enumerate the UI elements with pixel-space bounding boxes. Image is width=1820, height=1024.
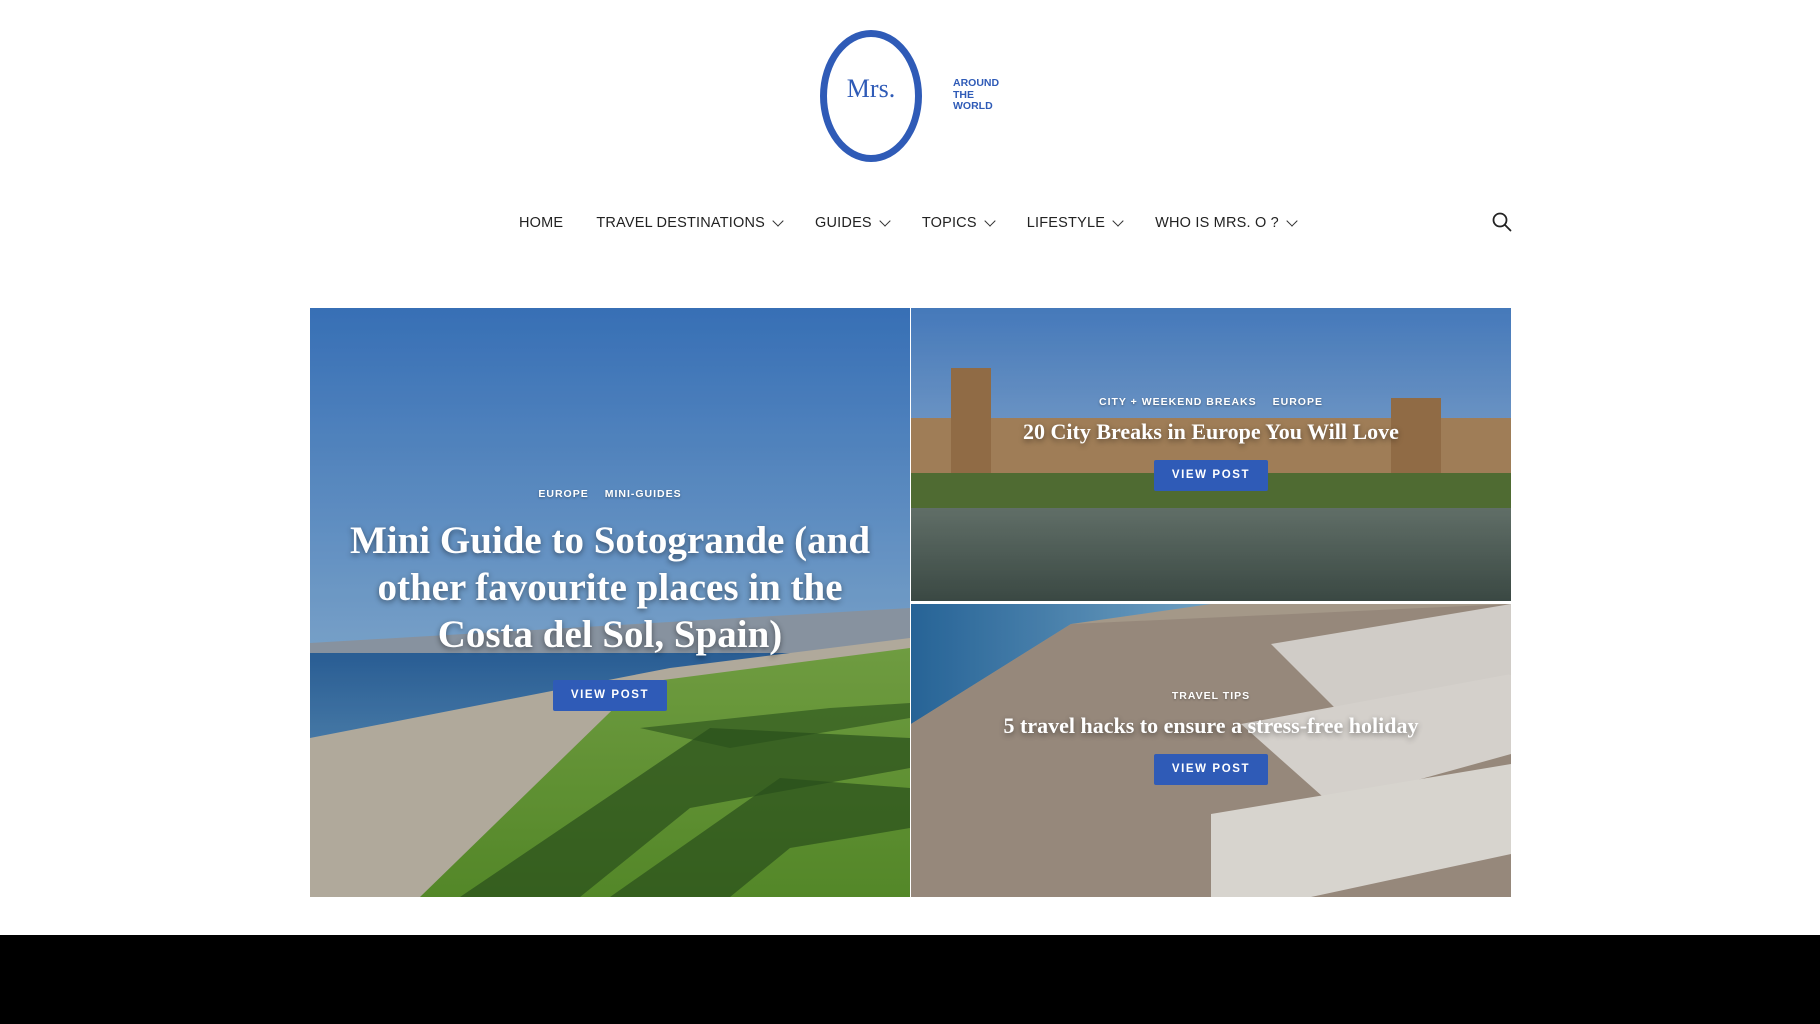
nav-item-travel-destinations[interactable]: TRAVEL DESTINATIONS <box>596 214 784 231</box>
search-icon[interactable] <box>1491 211 1513 233</box>
view-post-button[interactable]: VIEW POST <box>1153 460 1269 491</box>
post-title[interactable]: 20 City Breaks in Europe You Will Love <box>1023 418 1399 446</box>
post-content: CITY + WEEKEND BREAKS EUROPE 20 City Bre… <box>911 396 1511 491</box>
logo-tagline-line: AROUND <box>953 77 1000 89</box>
chevron-down-icon <box>772 214 784 227</box>
nav-item-who-is-mrs-o[interactable]: WHO IS MRS. O ? <box>1155 214 1298 231</box>
logo-mrs-text: Mrs. <box>846 74 896 103</box>
nav-item-lifestyle[interactable]: LIFESTYLE <box>1026 214 1124 231</box>
chevron-down-icon <box>879 214 891 227</box>
category-link[interactable]: CITY + WEEKEND BREAKS <box>1099 396 1257 408</box>
nav-item-label: TOPICS <box>921 215 977 231</box>
chevron-down-icon <box>984 214 996 227</box>
logo-tagline-line: WORLD <box>953 100 993 112</box>
nav-item-label: GUIDES <box>815 215 872 231</box>
post-categories: TRAVEL TIPS <box>1172 690 1250 702</box>
nav-item-label: WHO IS MRS. O ? <box>1155 215 1279 231</box>
site-logo[interactable]: Mrs. AROUND THE WORLD <box>820 30 1010 162</box>
chevron-down-icon <box>1112 214 1124 227</box>
category-link[interactable]: TRAVEL TIPS <box>1172 690 1250 702</box>
post-content: TRAVEL TIPS 5 travel hacks to ensure a s… <box>911 690 1511 785</box>
post-title[interactable]: Mini Guide to Sotogrande (and other favo… <box>340 517 880 658</box>
post-categories: CITY + WEEKEND BREAKS EUROPE <box>1099 396 1323 408</box>
post-title[interactable]: 5 travel hacks to ensure a stress-free h… <box>1004 712 1419 740</box>
view-post-button[interactable]: VIEW POST <box>552 680 668 711</box>
chevron-down-icon <box>1286 214 1298 227</box>
post-content: EUROPE MINI-GUIDES Mini Guide to Sotogra… <box>310 488 910 711</box>
main-nav: HOME TRAVEL DESTINATIONS GUIDES TOPICS L… <box>519 210 1329 236</box>
nav-item-label: LIFESTYLE <box>1026 215 1106 231</box>
featured-post-bottom-right[interactable]: TRAVEL TIPS 5 travel hacks to ensure a s… <box>911 604 1511 897</box>
category-link[interactable]: EUROPE <box>538 488 588 500</box>
logo-tagline: AROUND THE WORLD <box>953 77 1023 113</box>
nav-item-label: TRAVEL DESTINATIONS <box>596 215 766 231</box>
nav-item-label: HOME <box>519 215 564 231</box>
bottom-black-bar <box>0 935 1820 1024</box>
nav-item-home[interactable]: HOME <box>519 215 563 231</box>
category-link[interactable]: MINI-GUIDES <box>605 488 682 500</box>
featured-post-main[interactable]: EUROPE MINI-GUIDES Mini Guide to Sotogra… <box>310 308 910 897</box>
featured-post-top-right[interactable]: CITY + WEEKEND BREAKS EUROPE 20 City Bre… <box>911 308 1511 601</box>
view-post-button[interactable]: VIEW POST <box>1153 754 1269 785</box>
post-categories: EUROPE MINI-GUIDES <box>538 488 681 500</box>
nav-item-guides[interactable]: GUIDES <box>815 214 891 231</box>
nav-item-topics[interactable]: TOPICS <box>921 214 996 231</box>
category-link[interactable]: EUROPE <box>1273 396 1323 408</box>
